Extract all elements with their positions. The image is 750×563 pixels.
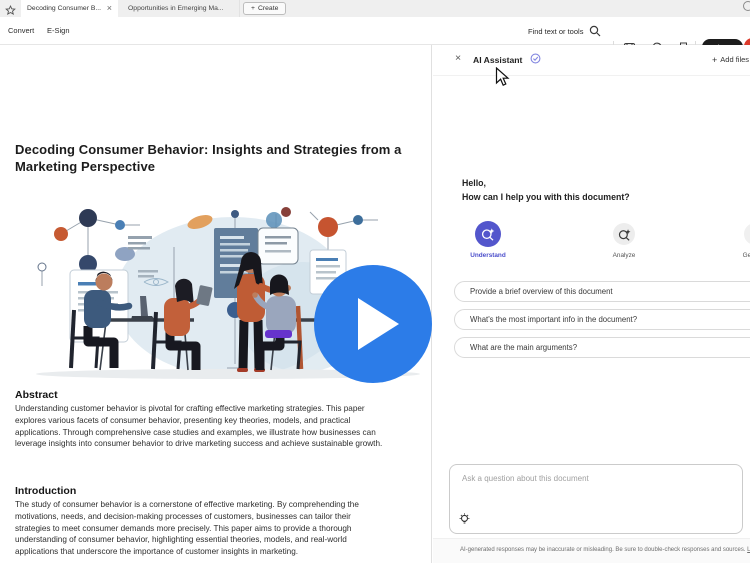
window-control-partial: [743, 1, 750, 11]
mouse-cursor: [495, 67, 510, 87]
suggestion-chip-main-arguments[interactable]: What are the main arguments?: [454, 337, 750, 358]
generate-button[interactable]: [744, 223, 750, 245]
abstract-body: Understanding customer behavior is pivot…: [15, 404, 383, 449]
tab-bar: Decoding Consumer B... × Opportunities i…: [0, 0, 750, 17]
menu-convert[interactable]: Convert: [8, 17, 34, 45]
plus-icon: +: [251, 5, 255, 12]
panel-header-divider: [433, 75, 750, 76]
find-label: Find text or tools: [528, 26, 584, 36]
understand-insights-icon: [481, 228, 495, 241]
analyze-icon: [618, 228, 630, 241]
introduction-body: The study of consumer behavior is a corn…: [15, 500, 359, 557]
create-button[interactable]: + Create: [243, 2, 287, 15]
create-label: Create: [257, 5, 279, 12]
add-files-button[interactable]: + Add files: [712, 55, 749, 64]
video-play-button[interactable]: [314, 265, 432, 383]
document-title: Decoding Consumer Behavior: Insights and…: [15, 142, 402, 174]
understand-label: Understand: [470, 252, 506, 259]
tab-label: Decoding Consumer B...: [27, 5, 102, 12]
menu-esign[interactable]: E-Sign: [47, 17, 70, 45]
ai-assistant-title: AI Assistant: [473, 55, 523, 65]
suggestion-chip-important-info[interactable]: What's the most important info in the do…: [454, 309, 750, 330]
disclaimer-text: AI-generated responses may be inaccurate…: [460, 547, 746, 553]
ask-question-input[interactable]: [450, 465, 742, 517]
tab-decoding-consumer[interactable]: Decoding Consumer B... ×: [21, 0, 118, 17]
close-panel-icon[interactable]: ×: [455, 52, 461, 64]
close-tab-icon[interactable]: ×: [107, 4, 112, 13]
home-star-icon[interactable]: [5, 3, 16, 16]
lightbulb-icon[interactable]: [458, 513, 471, 526]
find-text-tools[interactable]: Find text or tools: [528, 17, 601, 45]
ai-assistant-panel: × AI Assistant + Add files Hello, How ca…: [433, 45, 750, 563]
search-icon: [590, 25, 601, 37]
question-input-box: [449, 464, 743, 534]
tab-label: Opportunities in Emerging Ma...: [128, 5, 224, 12]
ai-disclaimer-bar: AI-generated responses may be inaccurate…: [433, 538, 750, 563]
analyze-label: Analyze: [612, 252, 636, 259]
greeting-line1: Hello,: [462, 178, 486, 188]
generate-label: Generate: [742, 252, 750, 259]
tab-opportunities[interactable]: Opportunities in Emerging Ma...: [118, 0, 240, 17]
document-pane: Decoding Consumer Behavior: Insights and…: [0, 45, 432, 563]
suggestion-chip-overview[interactable]: Provide a brief overview of this documen…: [454, 281, 750, 302]
introduction-heading: Introduction: [15, 485, 77, 497]
greeting-line2: How can I help you with this document?: [462, 192, 630, 202]
understand-button[interactable]: [475, 221, 501, 247]
play-icon: [358, 298, 399, 350]
abstract-heading: Abstract: [15, 389, 58, 401]
add-files-label: Add files: [720, 55, 750, 64]
analyze-button[interactable]: [613, 223, 635, 245]
plus-icon: +: [712, 54, 718, 65]
verified-shield-icon: [530, 53, 541, 64]
toolbar: Convert E-Sign Find text or tools Share: [0, 17, 750, 55]
